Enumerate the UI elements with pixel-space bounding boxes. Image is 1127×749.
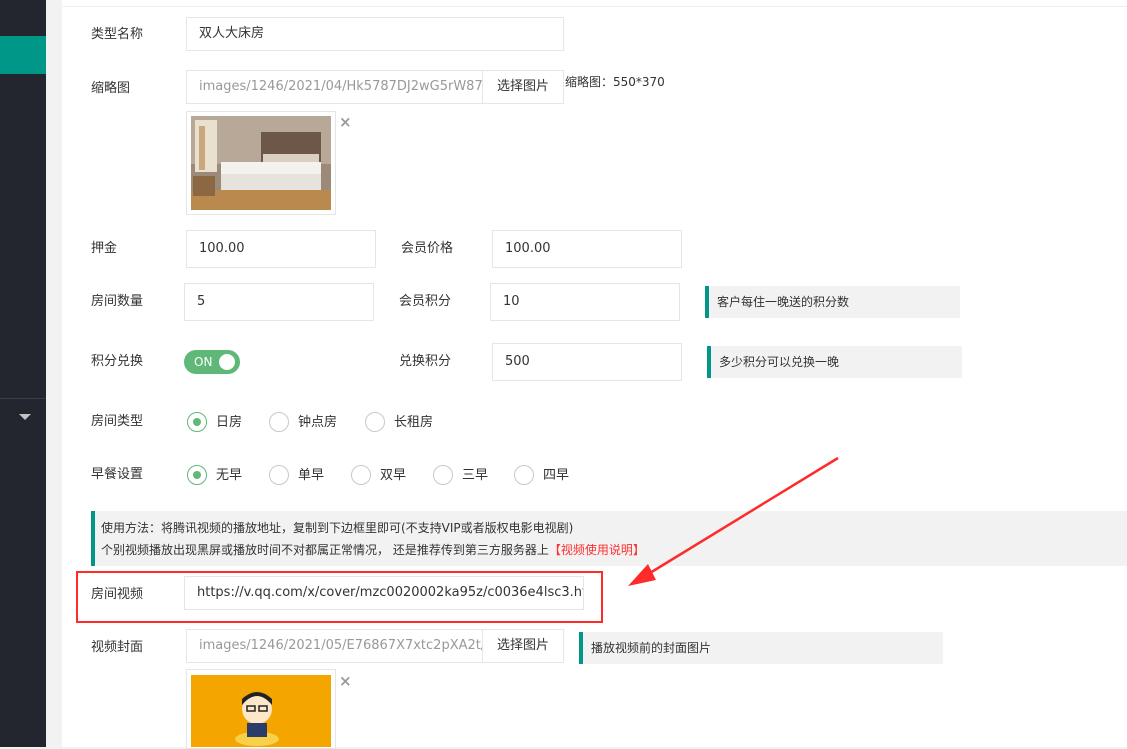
room-count-label: 房间数量	[91, 294, 144, 309]
notice-line-1: 使用方法：将腾讯视频的播放地址，复制到下边框里即可(不支持VIP或者版权电影电视…	[101, 521, 574, 535]
deposit-input[interactable]: 100.00	[186, 230, 376, 268]
remove-thumbnail-icon[interactable]: ×	[339, 115, 352, 130]
breakfast-radio-quad[interactable]	[514, 465, 534, 485]
member-price-input[interactable]: 100.00	[492, 230, 682, 268]
room-count-input[interactable]: 5	[184, 283, 374, 321]
breakfast-radio-none[interactable]	[187, 465, 207, 485]
thumbnail-label: 缩略图	[91, 81, 131, 96]
switch-on-text: ON	[194, 355, 213, 369]
points-exchange-label: 积分兑换	[91, 354, 144, 369]
hotel-room-image	[191, 116, 331, 210]
member-points-tip: 客户每住一晚送的积分数	[705, 286, 960, 318]
room-type-radio-longterm[interactable]	[365, 412, 385, 432]
breakfast-option-double: 双早	[380, 468, 407, 483]
room-type-radio-day[interactable]	[187, 412, 207, 432]
breakfast-option-triple: 三早	[462, 468, 489, 483]
deposit-label: 押金	[91, 241, 118, 256]
thumbnail-preview	[186, 111, 336, 215]
panel-top-divider	[62, 6, 1127, 7]
type-name-input[interactable]: 双人大床房	[186, 17, 564, 51]
notice-line-2-text: 个别视频播放出现黑屏或播放时间不对都属正常情况， 还是推荐传到第三方服务器上	[101, 543, 549, 557]
thumbnail-size-hint: 缩略图：550*370	[565, 75, 665, 89]
breakfast-option-quad: 四早	[543, 468, 570, 483]
breakfast-label: 早餐设置	[91, 467, 144, 482]
switch-knob	[219, 354, 235, 370]
breakfast-radio-triple[interactable]	[433, 465, 453, 485]
thumbnail-select-button[interactable]: 选择图片	[483, 70, 564, 104]
exchange-points-tip: 多少积分可以兑换一晚	[707, 346, 962, 378]
room-type-option-hourly: 钟点房	[298, 415, 338, 430]
remove-video-cover-icon[interactable]: ×	[339, 674, 352, 689]
room-type-option-longterm: 长租房	[394, 415, 434, 430]
sidebar	[0, 0, 46, 747]
highlight-box	[76, 571, 603, 623]
room-type-label: 房间类型	[91, 414, 144, 429]
breakfast-radio-double[interactable]	[351, 465, 371, 485]
video-usage-notice: 使用方法：将腾讯视频的播放地址，复制到下边框里即可(不支持VIP或者版权电影电视…	[91, 511, 1127, 566]
member-price-label: 会员价格	[401, 241, 454, 256]
notice-line-2: 个别视频播放出现黑屏或播放时间不对都属正常情况， 还是推荐传到第三方服务器上【视…	[101, 539, 1127, 561]
caret-down-icon[interactable]	[19, 414, 31, 420]
video-cover-select-button[interactable]: 选择图片	[483, 629, 564, 663]
exchange-points-input[interactable]: 500	[492, 343, 682, 381]
video-cover-image	[191, 675, 331, 747]
video-cover-tip: 播放视频前的封面图片	[579, 632, 943, 664]
breakfast-radio-single[interactable]	[269, 465, 289, 485]
video-instructions-link[interactable]: 【视频使用说明】	[549, 543, 645, 557]
room-type-radio-hourly[interactable]	[269, 412, 289, 432]
video-cover-label: 视频封面	[91, 640, 144, 655]
member-points-label: 会员积分	[399, 294, 452, 309]
points-exchange-switch[interactable]: ON	[184, 350, 240, 374]
sidebar-divider	[0, 398, 46, 399]
video-cover-path-input[interactable]: images/1246/2021/05/E76867X7xtc2pXA2t/	[186, 629, 483, 663]
breakfast-option-none: 无早	[216, 468, 243, 483]
exchange-points-label: 兑换积分	[399, 354, 452, 369]
sidebar-active-item[interactable]	[0, 36, 46, 74]
video-cover-preview	[186, 669, 336, 749]
thumbnail-path-input[interactable]: images/1246/2021/04/Hk5787DJ2wG5rW87	[186, 70, 483, 104]
member-points-input[interactable]: 10	[490, 283, 680, 321]
breakfast-option-single: 单早	[298, 468, 325, 483]
type-name-label: 类型名称	[91, 27, 144, 42]
room-type-option-day: 日房	[216, 415, 243, 430]
